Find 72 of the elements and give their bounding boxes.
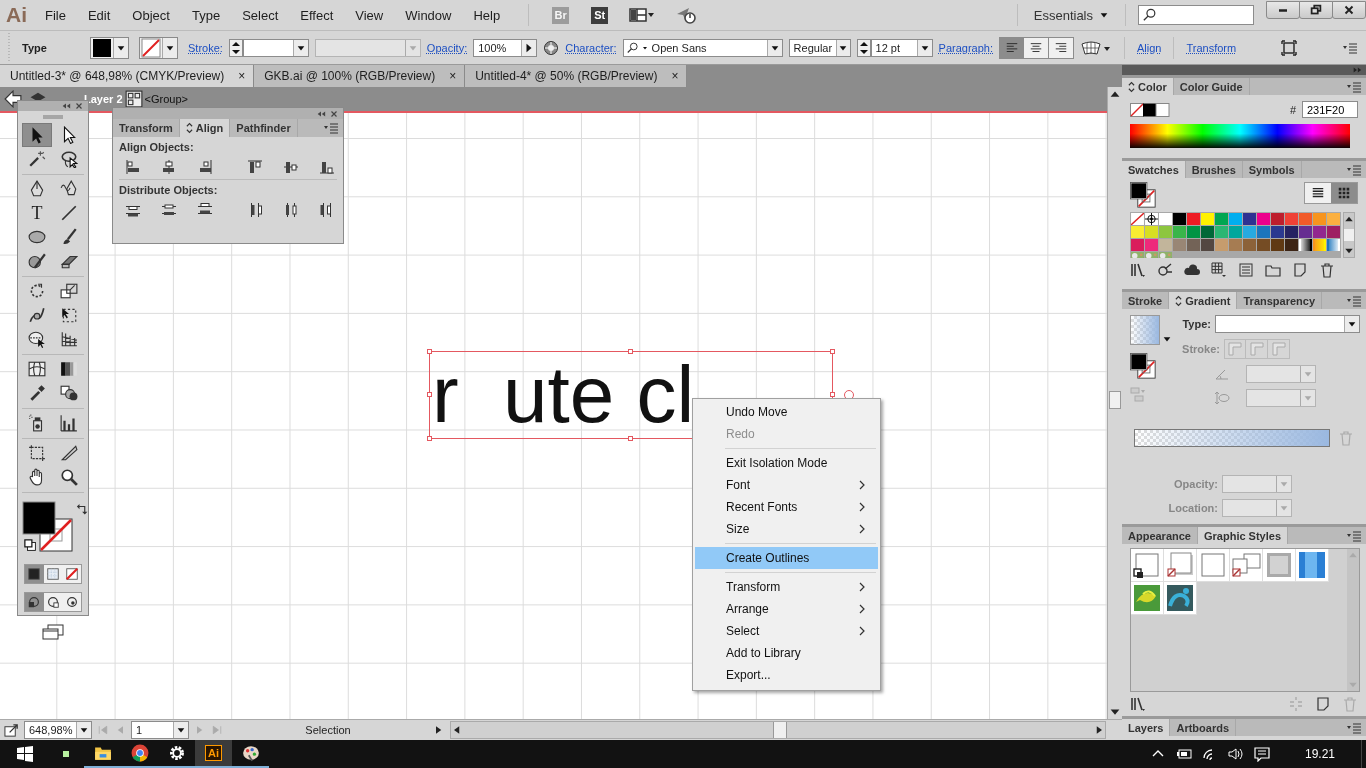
close-tab-button[interactable]: × — [665, 69, 679, 83]
workspace-switcher[interactable]: Essentials — [1029, 7, 1113, 23]
hex-field[interactable]: 231F20 — [1302, 101, 1358, 118]
opacity-field[interactable]: 100% — [473, 38, 538, 57]
font-style-dropdown[interactable]: Regular — [788, 38, 851, 57]
transform-link[interactable]: Transform — [1186, 41, 1237, 54]
menu-item[interactable]: View — [355, 7, 384, 23]
menu-item[interactable]: Type — [191, 7, 221, 23]
app-logo: Ai — [6, 3, 27, 27]
selection-type-label: Type — [21, 41, 48, 54]
document-tab[interactable]: Untitled-4* @ 50% (RGB/Preview) × — [465, 65, 688, 87]
panel-tab[interactable]: Appearance — [1122, 527, 1198, 544]
menu-item[interactable]: Select — [695, 620, 878, 642]
menu-item[interactable]: Object — [132, 7, 170, 23]
hex-label: # — [1289, 103, 1296, 116]
type-label: Type: — [1182, 318, 1211, 330]
menu-item[interactable]: Effect — [300, 7, 334, 23]
panel-tab[interactable]: Color — [1122, 78, 1174, 95]
clock-time[interactable]: 19.21 — [1304, 747, 1335, 761]
panel-tab[interactable]: Artboards — [1170, 719, 1237, 736]
align-link[interactable]: Align — [1137, 41, 1162, 54]
section-heading: Distribute Objects: — [119, 184, 219, 196]
group-label[interactable]: <Group> — [144, 93, 188, 105]
panel-tab[interactable]: Transparency — [1237, 292, 1323, 309]
document-tab[interactable]: GKB.ai @ 100% (RGB/Preview) × — [254, 65, 466, 87]
menu-item[interactable]: Help — [473, 7, 501, 23]
panel-tab[interactable]: Align — [179, 119, 231, 137]
panel-tab[interactable]: Transform — [113, 119, 180, 137]
taskbar-app[interactable]: Ai — [195, 740, 232, 768]
type-tool[interactable]: T — [22, 201, 52, 225]
stock-button[interactable]: St — [591, 6, 609, 24]
font-dropdown[interactable]: Open Sans — [622, 38, 783, 57]
menu-item[interactable]: Add to Library — [695, 642, 878, 664]
menu-item[interactable]: Font — [695, 474, 878, 496]
character-link[interactable]: Character: — [565, 41, 617, 54]
opacity-label: Opacity: — [1174, 478, 1218, 490]
panel-tab[interactable]: Swatches — [1122, 161, 1186, 178]
panel-tab[interactable]: Color Guide — [1173, 78, 1250, 95]
current-tool-label: Selection — [304, 724, 352, 736]
font-size-field[interactable]: 12 pt — [870, 38, 933, 57]
panel-tab[interactable]: Pathfinder — [230, 119, 298, 137]
close-tab-button[interactable]: × — [232, 69, 246, 83]
app-logo: Ai — [205, 745, 222, 761]
menu-item[interactable]: Window — [405, 7, 452, 23]
menu-item[interactable]: Arrange — [695, 598, 878, 620]
close-tab-button[interactable]: × — [443, 69, 457, 83]
section-heading: Align Objects: — [119, 141, 195, 153]
menu-item[interactable]: File — [45, 7, 66, 23]
menu-item[interactable]: Export... — [695, 664, 878, 686]
menu-item[interactable]: Undo Move — [695, 401, 878, 423]
menu-item[interactable]: Edit — [87, 7, 111, 23]
menu-item[interactable]: Select — [242, 7, 279, 23]
document-tab[interactable]: Untitled-3* @ 648,98% (CMYK/Preview) × — [0, 65, 255, 87]
menu-item: Redo — [725, 426, 756, 443]
stroke-label: Stroke: — [1182, 343, 1220, 355]
menu-item[interactable]: Recent Fonts — [695, 496, 878, 518]
stroke-link[interactable]: Stroke: — [188, 41, 223, 54]
artboard-field[interactable]: 1 — [131, 721, 189, 739]
opacity-link[interactable]: Opacity: — [426, 41, 468, 54]
panel-tab[interactable]: Brushes — [1185, 161, 1243, 178]
canvas-text: r ute cl — [432, 352, 695, 438]
menu-item[interactable]: Size — [695, 518, 878, 540]
location-label: Location: — [1168, 502, 1218, 514]
panel-tab[interactable]: Layers — [1122, 719, 1171, 736]
paragraph-link[interactable]: Paragraph: — [938, 41, 993, 54]
menu-item[interactable]: Exit Isolation Mode — [695, 452, 878, 474]
zoom-field[interactable]: 648,98% — [24, 721, 92, 739]
menu-item[interactable]: Create Outlines — [695, 547, 878, 569]
panel-tab[interactable]: Symbols — [1242, 161, 1302, 178]
panel-tab[interactable]: Gradient — [1169, 292, 1238, 309]
menu-item[interactable]: Transform — [695, 576, 878, 598]
panel-tab[interactable]: Graphic Styles — [1198, 527, 1289, 544]
